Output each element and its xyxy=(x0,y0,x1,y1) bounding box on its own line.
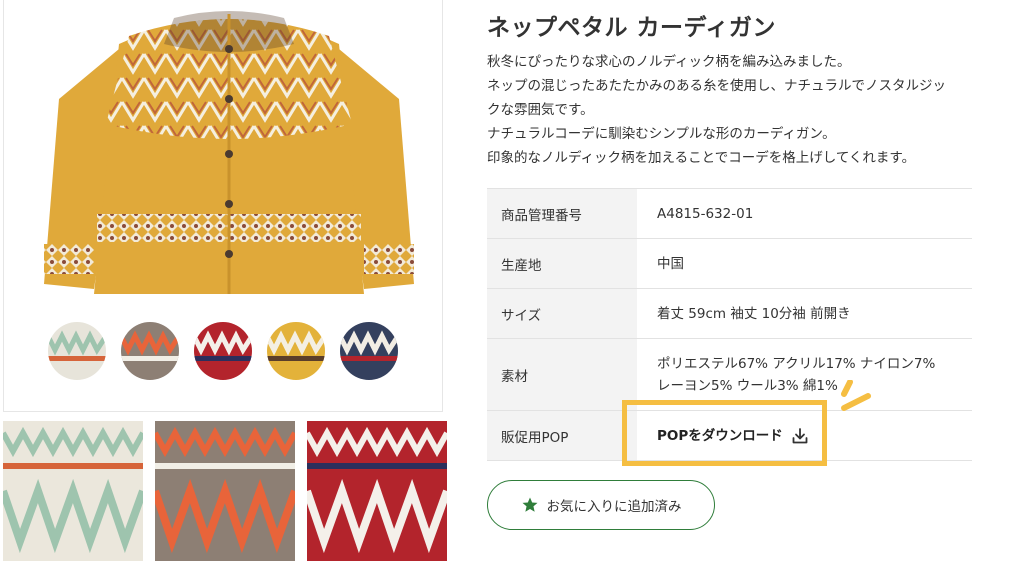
pop-download-link[interactable]: POPをダウンロード xyxy=(657,425,809,447)
pop-download-label: POPをダウンロード xyxy=(657,427,783,444)
description-line: ネップの混じったあたたかみのある糸を使用し、ナチュラルでノスタルジッ xyxy=(487,78,946,94)
detail-thumbnails xyxy=(3,421,447,561)
spec-row-pop: 販促用POP POPをダウンロード xyxy=(487,410,972,461)
cardigan-image xyxy=(44,11,414,294)
detail-mint-image xyxy=(3,421,143,561)
swatch-orange[interactable] xyxy=(121,322,179,380)
favorite-button[interactable]: お気に入りに追加済み xyxy=(487,480,715,530)
swatch-mustard-icon xyxy=(267,322,325,380)
detail-orange-image xyxy=(155,421,295,561)
swatch-red[interactable] xyxy=(194,322,252,380)
swatch-navy[interactable] xyxy=(340,322,398,380)
spec-key: 販促用POP xyxy=(487,410,637,461)
detail-thumb-mint[interactable] xyxy=(3,421,143,561)
spec-value: A4815-632-01 xyxy=(637,188,972,239)
spec-value: 着丈 59cm 袖丈 10分袖 前開き xyxy=(637,288,972,339)
swatch-navy-icon xyxy=(340,322,398,380)
product-title: ネップペタル カーディガン xyxy=(487,15,776,41)
spec-row-material: 素材 ポリエステル67% アクリル17% ナイロン7% レーヨン5% ウール3%… xyxy=(487,338,972,411)
description-line: 印象的なノルディック柄を加えることでコーデを格上げしてくれます。 xyxy=(487,150,916,166)
favorite-label: お気に入りに追加済み xyxy=(546,499,682,515)
spec-row-origin: 生産地 中国 xyxy=(487,238,972,289)
swatch-red-icon xyxy=(194,322,252,380)
color-swatches xyxy=(48,322,398,380)
spec-key: サイズ xyxy=(487,288,637,339)
swatch-mint[interactable] xyxy=(48,322,106,380)
download-icon xyxy=(792,427,808,443)
material-line: レーヨン5% ウール3% 綿1% xyxy=(657,377,838,394)
spec-row-size: サイズ 着丈 59cm 袖丈 10分袖 前開き xyxy=(487,288,972,339)
detail-thumb-red[interactable] xyxy=(307,421,447,561)
swatch-mint-icon xyxy=(48,322,106,380)
spec-key: 素材 xyxy=(487,338,637,411)
spec-value: 中国 xyxy=(637,238,972,289)
spec-value: POPをダウンロード xyxy=(637,410,972,461)
detail-red-image xyxy=(307,421,447,561)
description-line: クな雰囲気です。 xyxy=(487,102,594,118)
detail-thumb-orange[interactable] xyxy=(155,421,295,561)
material-line: ポリエステル67% アクリル17% ナイロン7% xyxy=(657,355,936,372)
product-description: 秋冬にぴったりな求心のノルディック柄を編み込みました。 ネップの混じったあたたか… xyxy=(487,50,982,170)
spec-row-item-number: 商品管理番号 A4815-632-01 xyxy=(487,188,972,239)
swatch-mustard[interactable] xyxy=(267,322,325,380)
spec-key: 生産地 xyxy=(487,238,637,289)
spec-table: 商品管理番号 A4815-632-01 生産地 中国 サイズ 着丈 59cm 袖… xyxy=(487,188,972,461)
main-product-image[interactable] xyxy=(3,0,443,412)
description-line: 秋冬にぴったりな求心のノルディック柄を編み込みました。 xyxy=(487,54,851,70)
spec-value: ポリエステル67% アクリル17% ナイロン7% レーヨン5% ウール3% 綿1… xyxy=(637,338,972,411)
description-line: ナチュラルコーデに馴染むシンプルな形のカーディガン。 xyxy=(487,126,836,142)
star-icon xyxy=(522,497,537,512)
swatch-orange-icon xyxy=(121,322,179,380)
spec-key: 商品管理番号 xyxy=(487,188,637,239)
